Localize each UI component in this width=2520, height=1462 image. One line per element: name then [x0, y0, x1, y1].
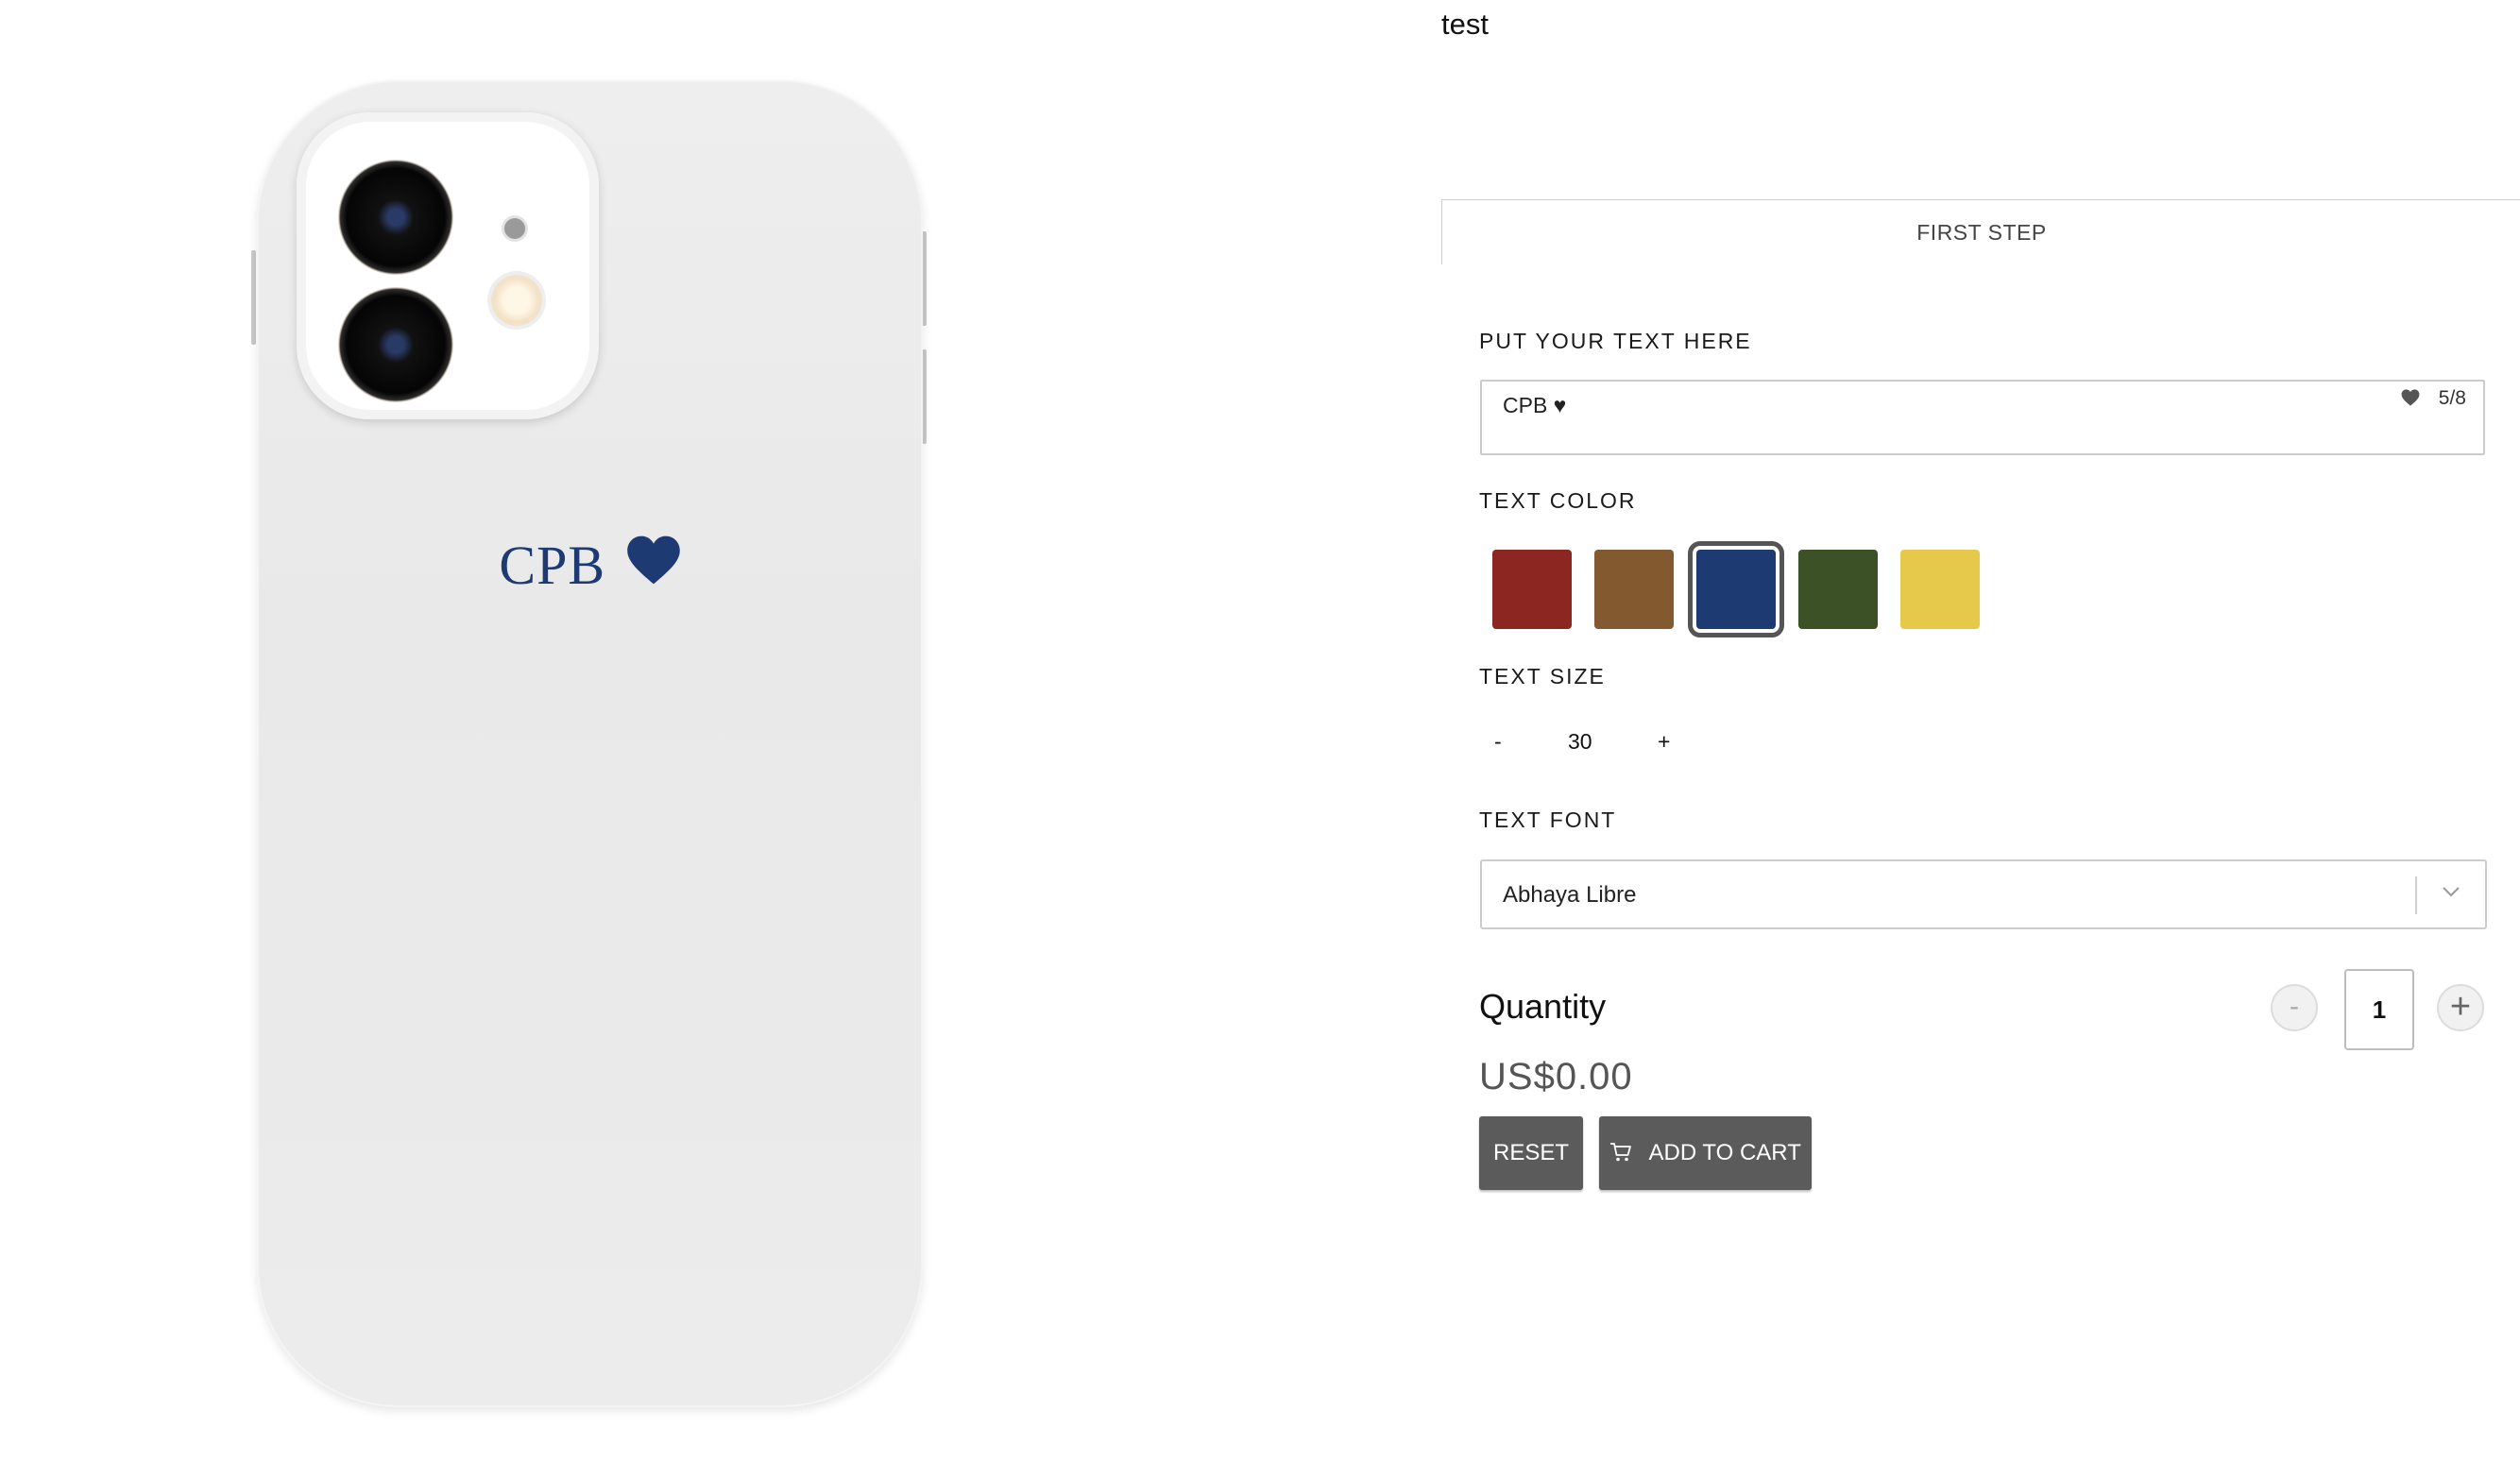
case-custom-text: CPB	[257, 534, 923, 597]
font-select-value: Abhaya Libre	[1503, 882, 1637, 908]
tab-first-step[interactable]: FIRST STEP	[1441, 199, 2520, 264]
color-swatch-green[interactable]	[1798, 550, 1878, 629]
camera-lens	[338, 160, 453, 275]
step-label: FIRST STEP	[1916, 220, 2047, 245]
heart-icon	[626, 536, 680, 585]
add-to-cart-label: ADD TO CART	[1648, 1140, 1801, 1165]
microphone	[504, 218, 525, 239]
text-color-label: TEXT COLOR	[1479, 488, 1637, 513]
color-swatch-red[interactable]	[1492, 550, 1572, 629]
reset-label: RESET	[1492, 1140, 1569, 1165]
camera-lens	[338, 287, 453, 402]
heart-icon[interactable]	[2401, 389, 2420, 406]
size-decrease-button[interactable]: -	[1494, 729, 1502, 755]
color-swatch-yellow[interactable]	[1900, 550, 1980, 629]
font-select[interactable]: Abhaya Libre	[1480, 859, 2487, 929]
case-text-value: CPB	[499, 535, 606, 596]
phone-case: CPB	[257, 80, 923, 1407]
product-preview: CPB	[247, 80, 928, 1410]
product-price: US$0.00	[1479, 1056, 1633, 1097]
text-input-label: PUT YOUR TEXT HERE	[1479, 329, 1752, 353]
product-title: test	[1441, 8, 1489, 41]
quantity-label: Quantity	[1479, 987, 1607, 1026]
custom-text-input[interactable]: CPB ♥ 5/8	[1480, 380, 2485, 455]
reset-button[interactable]: RESET	[1479, 1116, 1583, 1190]
char-counter: 5/8	[2401, 387, 2466, 410]
size-increase-button[interactable]: +	[1658, 729, 1670, 755]
add-to-cart-button[interactable]: ADD TO CART	[1599, 1116, 1812, 1190]
side-button-left	[251, 250, 256, 345]
quantity-input[interactable]: 1	[2344, 969, 2414, 1050]
color-swatch-navy[interactable]	[1688, 541, 1784, 638]
quantity-increase-button[interactable]: +	[2437, 984, 2484, 1031]
size-value: 30	[1568, 729, 1592, 754]
quantity-decrease-button[interactable]: -	[2271, 984, 2318, 1031]
chevron-down-icon[interactable]	[2440, 880, 2462, 903]
custom-text-value: CPB ♥	[1503, 393, 1567, 417]
char-count: 5/8	[2438, 387, 2466, 409]
color-swatch-brown[interactable]	[1594, 550, 1674, 629]
camera-flash	[491, 275, 542, 326]
camera-module	[297, 112, 599, 419]
cart-icon	[1610, 1142, 1632, 1161]
text-size-label: TEXT SIZE	[1479, 664, 1606, 688]
text-font-label: TEXT FONT	[1479, 808, 1617, 832]
select-divider	[2415, 876, 2417, 914]
